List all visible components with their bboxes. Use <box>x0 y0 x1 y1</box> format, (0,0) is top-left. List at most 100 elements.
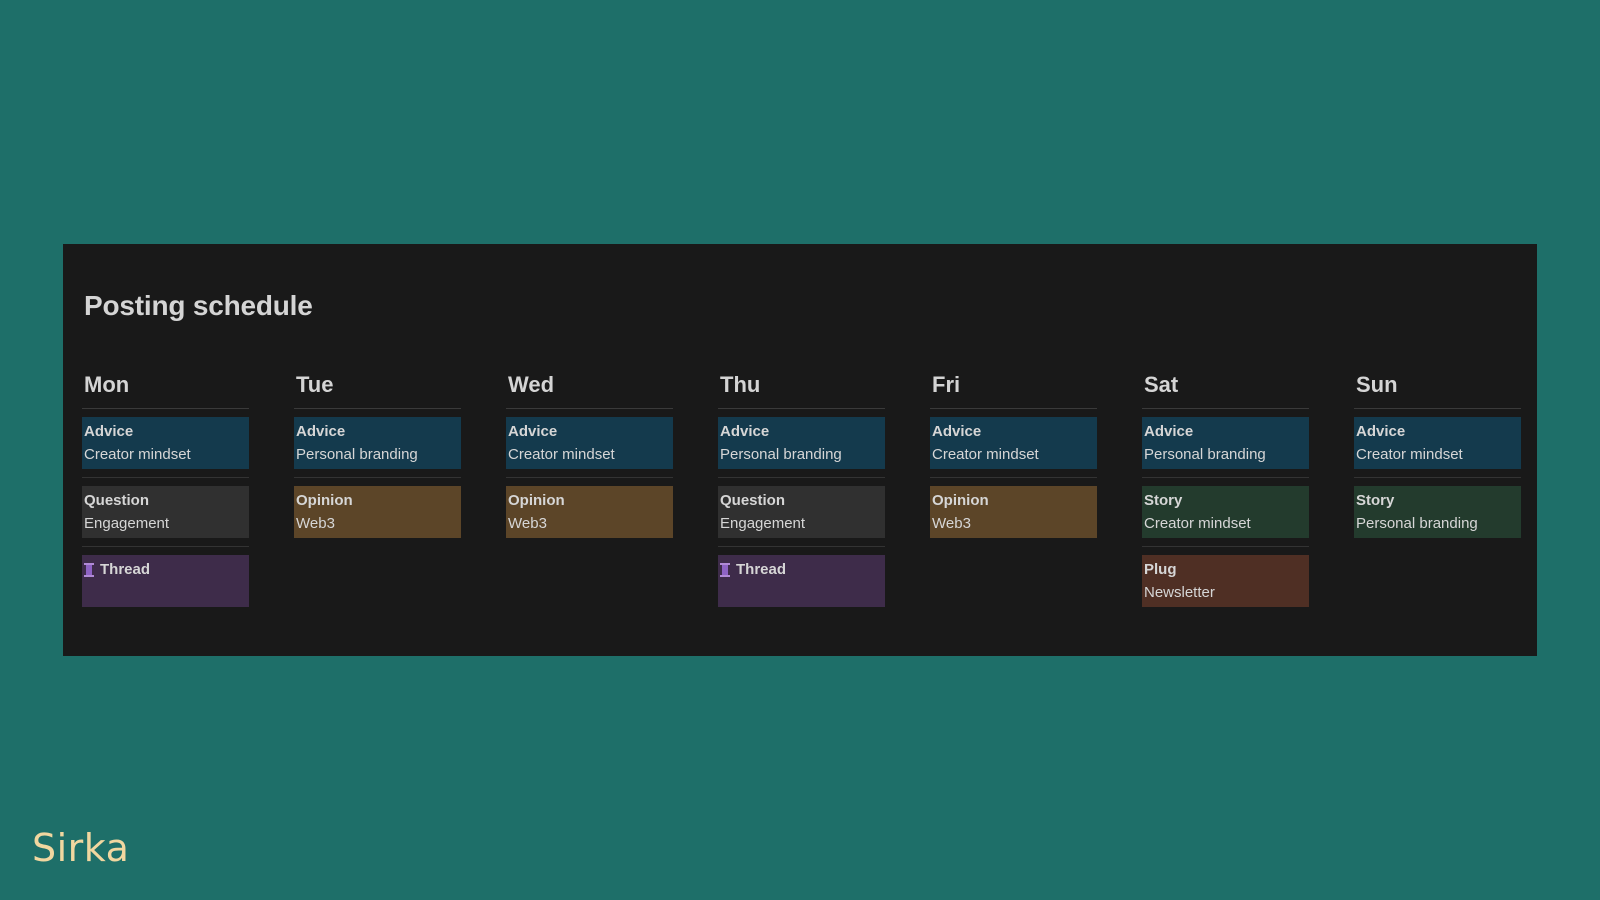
day-heading: Fri <box>932 372 961 397</box>
post-card-advice[interactable]: Advice Personal branding <box>1142 417 1309 469</box>
card-divider <box>718 477 885 478</box>
day-divider <box>718 408 885 409</box>
card-type-row: Opinion <box>932 492 1095 510</box>
card-topic-label: Personal branding <box>296 446 418 463</box>
card-type-row: Story <box>1144 492 1307 510</box>
post-card-story[interactable]: Story Personal branding <box>1354 486 1521 538</box>
day-divider <box>930 408 1097 409</box>
post-card-advice[interactable]: Advice Creator mindset <box>1354 417 1521 469</box>
day-column-fri: Fri Advice Creator mindset Opinion Web3 <box>930 370 1097 607</box>
day-column-sun: Sun Advice Creator mindset Story Personal br… <box>1354 370 1521 607</box>
card-type-row: Question <box>720 492 883 510</box>
card-type-label: Opinion <box>932 492 989 509</box>
post-card-advice[interactable]: Advice Personal branding <box>718 417 885 469</box>
day-column-thu: Thu Advice Personal branding Question Engage… <box>718 370 885 607</box>
card-divider <box>1142 546 1309 547</box>
card-topic-label: Personal branding <box>720 446 842 463</box>
card-topic-label: Newsletter <box>1144 584 1215 601</box>
card-topic-label: Creator mindset <box>508 446 615 463</box>
thread-spool-icon <box>84 563 94 577</box>
card-topic-label: Creator mindset <box>84 446 191 463</box>
card-type-label: Advice <box>720 423 770 440</box>
card-type-row: Advice <box>508 423 671 441</box>
card-type-label: Thread <box>736 561 787 578</box>
card-type-label: Story <box>1144 492 1183 509</box>
day-heading: Mon <box>84 372 130 397</box>
card-divider <box>82 546 249 547</box>
card-type-label: Question <box>84 492 150 509</box>
post-card-advice[interactable]: Advice Personal branding <box>294 417 461 469</box>
post-card-opinion[interactable]: Opinion Web3 <box>930 486 1097 538</box>
day-divider <box>82 408 249 409</box>
post-card-question[interactable]: Question Engagement <box>82 486 249 538</box>
page-title: Posting schedule <box>84 290 313 321</box>
post-card-question[interactable]: Question Engagement <box>718 486 885 538</box>
day-heading: Sat <box>1144 372 1179 397</box>
card-topic-label: Web3 <box>508 515 547 532</box>
card-type-row: Advice <box>1144 423 1307 441</box>
day-heading: Thu <box>720 372 761 397</box>
card-type-label: Plug <box>1144 561 1177 578</box>
card-type-row: Thread <box>84 561 247 579</box>
card-topic-label: Personal branding <box>1144 446 1266 463</box>
card-type-row: Advice <box>1356 423 1519 441</box>
post-card-advice[interactable]: Advice Creator mindset <box>506 417 673 469</box>
post-card-story[interactable]: Story Creator mindset <box>1142 486 1309 538</box>
card-type-label: Advice <box>1144 423 1194 440</box>
card-type-row: Opinion <box>508 492 671 510</box>
day-column-sat: Sat Advice Personal branding Story Creator m… <box>1142 370 1309 607</box>
card-type-label: Advice <box>508 423 558 440</box>
card-type-label: Opinion <box>296 492 353 509</box>
card-topic-label: Engagement <box>720 515 806 532</box>
day-heading: Wed <box>508 372 555 397</box>
day-divider <box>506 408 673 409</box>
brand-logo: Sirka <box>32 826 130 870</box>
day-column-tue: Tue Advice Personal branding Opinion Web3 <box>294 370 461 607</box>
day-divider <box>1142 408 1309 409</box>
post-card-thread[interactable]: Thread <box>82 555 249 607</box>
card-topic-label: Creator mindset <box>1144 515 1251 532</box>
card-type-row: Story <box>1356 492 1519 510</box>
post-card-opinion[interactable]: Opinion Web3 <box>506 486 673 538</box>
card-type-label: Opinion <box>508 492 565 509</box>
card-topic-label: Creator mindset <box>932 446 1039 463</box>
post-card-advice[interactable]: Advice Creator mindset <box>930 417 1097 469</box>
card-type-label: Story <box>1356 492 1395 509</box>
day-column-mon: Mon Advice Creator mindset Question Engageme… <box>82 370 249 607</box>
card-topic-label: Web3 <box>932 515 971 532</box>
card-topic-label: Web3 <box>296 515 335 532</box>
day-divider <box>1354 408 1521 409</box>
card-type-label: Thread <box>100 561 151 578</box>
card-type-row: Plug <box>1144 561 1307 579</box>
card-divider <box>718 546 885 547</box>
post-card-opinion[interactable]: Opinion Web3 <box>294 486 461 538</box>
card-topic-label: Personal branding <box>1356 515 1478 532</box>
day-heading: Sun <box>1356 372 1398 397</box>
thread-spool-icon <box>720 563 730 577</box>
card-topic-label: Engagement <box>84 515 170 532</box>
card-divider <box>82 477 249 478</box>
post-card-plug[interactable]: Plug Newsletter <box>1142 555 1309 607</box>
card-divider <box>1354 477 1521 478</box>
day-column-wed: Wed Advice Creator mindset Opinion Web3 <box>506 370 673 607</box>
day-heading: Tue <box>296 372 334 397</box>
card-type-label: Question <box>720 492 786 509</box>
card-topic-label: Creator mindset <box>1356 446 1463 463</box>
card-divider <box>1142 477 1309 478</box>
card-type-label: Advice <box>932 423 982 440</box>
card-divider <box>294 477 461 478</box>
post-card-advice[interactable]: Advice Creator mindset <box>82 417 249 469</box>
card-type-row: Advice <box>720 423 883 441</box>
card-divider <box>930 477 1097 478</box>
day-columns: Mon Advice Creator mindset Question Engageme… <box>82 370 1521 607</box>
posting-schedule-board: Posting schedule Mon Advice Creator mindse… <box>63 244 1537 656</box>
card-type-label: Advice <box>296 423 346 440</box>
card-type-row: Advice <box>932 423 1095 441</box>
day-divider <box>294 408 461 409</box>
card-type-label: Advice <box>84 423 134 440</box>
card-type-label: Advice <box>1356 423 1406 440</box>
card-type-row: Thread <box>720 561 883 579</box>
card-type-row: Question <box>84 492 247 510</box>
card-type-row: Advice <box>296 423 459 441</box>
post-card-thread[interactable]: Thread <box>718 555 885 607</box>
